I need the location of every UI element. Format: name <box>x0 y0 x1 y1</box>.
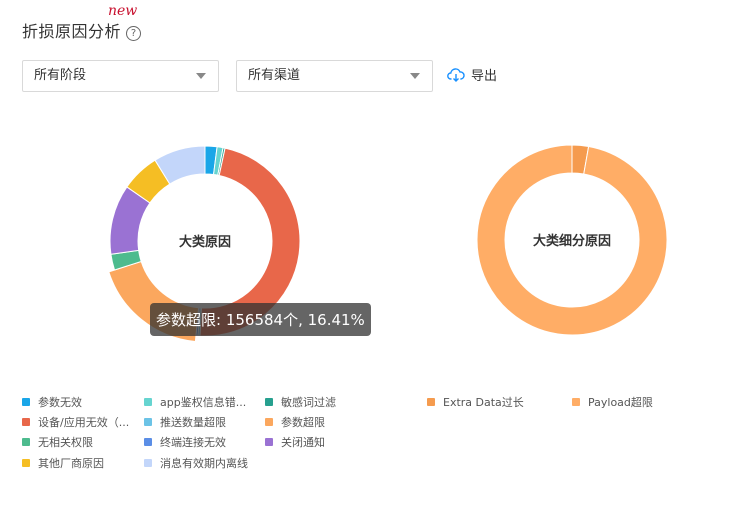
legend-label: 参数超限 <box>281 416 325 429</box>
legend-item[interactable]: Extra Data过长 <box>427 394 524 410</box>
legend-item[interactable]: 关闭通知 <box>265 434 325 450</box>
legend-item[interactable]: 终端连接无效 <box>144 434 226 450</box>
legend-label: 无相关权限 <box>38 436 93 449</box>
legend-label: 终端连接无效 <box>160 436 226 449</box>
legend-item[interactable]: 敏感词过滤 <box>265 394 336 410</box>
legend-label: 其他厂商原因 <box>38 457 104 470</box>
chart-center-label: 大类细分原因 <box>533 233 611 249</box>
charts-canvas: 大类原因 大类细分原因 <box>108 144 668 343</box>
legend-swatch <box>572 398 580 406</box>
legend-swatch <box>144 398 152 406</box>
legend-swatch <box>144 418 152 426</box>
legend-swatch <box>22 459 30 467</box>
legend-item[interactable]: 消息有效期内离线 <box>144 455 248 471</box>
legend-swatch <box>144 438 152 446</box>
legend-label: app鉴权信息错... <box>160 396 247 409</box>
legend-swatch <box>22 398 30 406</box>
legend-swatch <box>265 418 273 426</box>
legend-label: 敏感词过滤 <box>281 396 336 409</box>
legend-label: 推送数量超限 <box>160 416 226 429</box>
legend-item[interactable]: 其他厂商原因 <box>22 455 104 471</box>
legend-item[interactable]: app鉴权信息错... <box>144 394 246 410</box>
legend-swatch <box>265 398 273 406</box>
legend-swatch <box>265 438 273 446</box>
chart-tooltip: 参数超限: 156584个, 16.41% <box>150 303 371 336</box>
legend-item[interactable]: 参数无效 <box>22 394 82 410</box>
legend-swatch <box>22 438 30 446</box>
legend-label: Payload超限 <box>588 396 653 409</box>
legend-label: Extra Data过长 <box>443 396 524 409</box>
legend-item[interactable]: 无相关权限 <box>22 434 93 450</box>
legend-swatch <box>427 398 435 406</box>
legend-label: 关闭通知 <box>281 436 325 449</box>
legend-label: 参数无效 <box>38 396 82 409</box>
chart-center-label: 大类原因 <box>179 234 231 250</box>
legend-label: 消息有效期内离线 <box>160 457 248 470</box>
legend-item[interactable]: 推送数量超限 <box>144 414 226 430</box>
legend-item[interactable]: 设备/应用无效（... <box>22 414 129 430</box>
legend-item[interactable]: Payload超限 <box>572 394 653 410</box>
legend-item[interactable]: 参数超限 <box>265 414 325 430</box>
legend-swatch <box>144 459 152 467</box>
legend-label: 设备/应用无效（... <box>38 416 130 429</box>
legend-swatch <box>22 418 30 426</box>
